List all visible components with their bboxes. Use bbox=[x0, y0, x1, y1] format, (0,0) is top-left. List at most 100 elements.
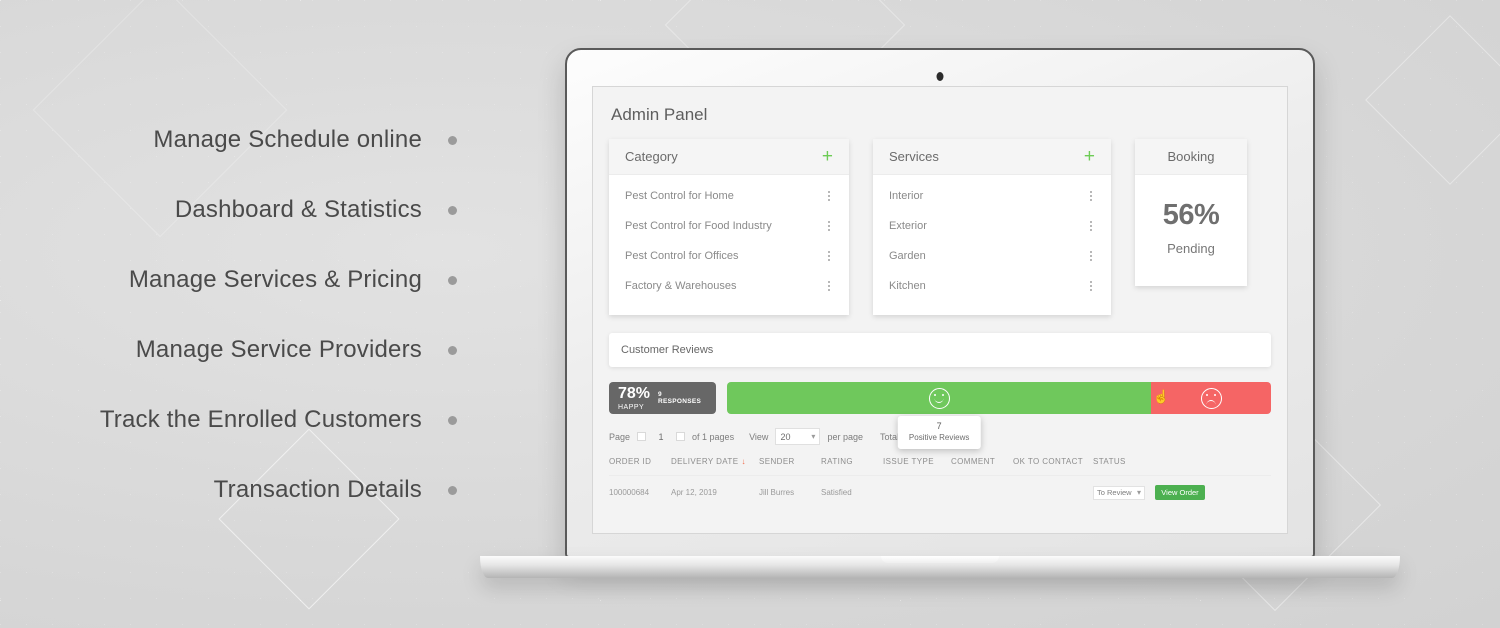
bullet-dot-icon bbox=[448, 415, 457, 425]
feature-label: Manage Services & Pricing bbox=[128, 266, 422, 293]
category-card: Category + Pest Control for Home Pest Co… bbox=[609, 139, 849, 315]
chevron-down-icon: ▾ bbox=[1136, 488, 1141, 497]
more-options-icon[interactable] bbox=[1087, 279, 1095, 293]
list-item-label: Kitchen bbox=[889, 280, 926, 292]
more-options-icon[interactable] bbox=[1087, 189, 1095, 203]
feature-label: Track the Enrolled Customers bbox=[99, 406, 422, 433]
bullet-dot-icon bbox=[448, 345, 457, 355]
cell-status: To Review ▾ bbox=[1093, 476, 1155, 501]
more-options-icon[interactable] bbox=[1087, 249, 1095, 263]
list-item[interactable]: Exterior bbox=[873, 211, 1111, 241]
bullet-dot-icon bbox=[448, 485, 457, 495]
laptop-screen: Admin Panel Category + Pest Control for … bbox=[592, 86, 1288, 534]
add-category-plus-icon[interactable]: + bbox=[822, 147, 833, 166]
column-delivery-date[interactable]: DELIVERY DATE ↓ bbox=[671, 457, 759, 476]
more-options-icon[interactable] bbox=[825, 279, 833, 293]
smiley-face-icon[interactable] bbox=[928, 387, 950, 409]
column-ok-to-contact[interactable]: OK TO CONTACT bbox=[1013, 457, 1093, 476]
feature-item: Manage Service Providers bbox=[0, 315, 475, 385]
column-issue-type[interactable]: ISSUE TYPE bbox=[883, 457, 951, 476]
more-options-icon[interactable] bbox=[825, 189, 833, 203]
booking-card-body: 56% Pending bbox=[1135, 175, 1247, 286]
column-delivery-date-label: DELIVERY DATE bbox=[671, 457, 739, 466]
sort-descending-icon[interactable]: ↓ bbox=[741, 457, 745, 466]
list-item[interactable]: Interior bbox=[873, 181, 1111, 211]
list-item[interactable]: Pest Control for Food Industry bbox=[609, 211, 849, 241]
feature-label: Manage Service Providers bbox=[135, 336, 422, 363]
bullet-dot-icon bbox=[448, 135, 457, 145]
feature-label: Dashboard & Statistics bbox=[174, 196, 422, 223]
cell-ok-to-contact bbox=[1013, 476, 1093, 501]
more-options-icon[interactable] bbox=[825, 219, 833, 233]
list-item[interactable]: Kitchen bbox=[873, 271, 1111, 301]
happiness-meter-row: 78% HAPPY 9 RESPONSES ☝ 7 Positive Revie… bbox=[609, 382, 1271, 449]
table-header-row: ORDER ID DELIVERY DATE ↓ SENDER RATING IS… bbox=[609, 457, 1271, 476]
booking-percentage: 56% bbox=[1162, 199, 1220, 231]
feature-list: Manage Schedule online Dashboard & Stati… bbox=[0, 105, 475, 525]
chevron-down-icon: ▾ bbox=[811, 432, 816, 441]
laptop-lid: Admin Panel Category + Pest Control for … bbox=[565, 48, 1315, 558]
cell-delivery-date: Apr 12, 2019 bbox=[671, 488, 717, 497]
sentiment-meter: ☝ 7 Positive Reviews bbox=[727, 382, 1271, 449]
category-card-header: Category + bbox=[609, 139, 849, 175]
of-pages-label: of 1 pages bbox=[692, 431, 735, 442]
category-card-title: Category bbox=[625, 149, 678, 164]
happiness-percent: 78% bbox=[618, 384, 651, 402]
per-page-label: per page bbox=[827, 431, 863, 442]
status-dropdown[interactable]: To Review ▾ bbox=[1093, 485, 1145, 500]
feature-label: Manage Schedule online bbox=[153, 126, 422, 153]
services-list: Interior Exterior Garden Kitchen bbox=[873, 175, 1111, 315]
webcam-icon bbox=[936, 72, 944, 81]
booking-card-title: Booking bbox=[1167, 149, 1215, 164]
list-item-label: Pest Control for Offices bbox=[625, 250, 739, 262]
column-order-id[interactable]: ORDER ID bbox=[609, 457, 671, 476]
customer-reviews-header: Customer Reviews bbox=[609, 333, 1271, 367]
add-service-plus-icon[interactable]: + bbox=[1084, 147, 1095, 166]
bullet-dot-icon bbox=[448, 275, 457, 285]
happiness-score-badge: 78% HAPPY 9 RESPONSES bbox=[609, 382, 716, 414]
list-item[interactable]: Factory & Warehouses bbox=[609, 271, 849, 301]
feature-item: Dashboard & Statistics bbox=[0, 175, 475, 245]
next-page-button[interactable] bbox=[676, 432, 686, 441]
cell-order-id: 100000684 bbox=[609, 488, 650, 497]
customer-reviews-title: Customer Reviews bbox=[621, 344, 714, 356]
cell-issue-type bbox=[883, 476, 951, 501]
column-comment[interactable]: COMMENT bbox=[951, 457, 1013, 476]
list-item[interactable]: Garden bbox=[873, 241, 1111, 271]
booking-card-header: Booking bbox=[1135, 139, 1247, 175]
more-options-icon[interactable] bbox=[1087, 219, 1095, 233]
column-actions bbox=[1155, 457, 1271, 476]
prev-page-button[interactable] bbox=[637, 432, 647, 441]
column-sender[interactable]: SENDER bbox=[759, 457, 821, 476]
table-row[interactable]: 100000684 Apr 12, 2019 Jill Burres Satis… bbox=[609, 476, 1271, 501]
column-status[interactable]: STATUS bbox=[1093, 457, 1155, 476]
tooltip-label: Positive Reviews bbox=[908, 433, 970, 442]
page-title: Admin Panel bbox=[611, 105, 708, 124]
list-item-label: Exterior bbox=[889, 220, 927, 232]
booking-status-label: Pending bbox=[1167, 241, 1215, 256]
status-dropdown-value: To Review bbox=[1097, 488, 1132, 497]
column-rating[interactable]: RATING bbox=[821, 457, 883, 476]
cell-sender: Jill Burres bbox=[759, 488, 795, 497]
view-order-button[interactable]: View Order bbox=[1155, 485, 1205, 500]
services-card-title: Services bbox=[889, 149, 939, 164]
more-options-icon[interactable] bbox=[825, 249, 833, 263]
per-page-select[interactable]: 20 ▾ bbox=[775, 428, 821, 445]
mouse-cursor-icon: ☝ bbox=[1153, 389, 1170, 404]
tooltip-count: 7 bbox=[936, 421, 942, 431]
responses-count: 9 RESPONSES bbox=[658, 391, 702, 405]
sad-face-icon[interactable] bbox=[1200, 387, 1222, 409]
feature-item: Manage Schedule online bbox=[0, 105, 475, 175]
list-item-label: Garden bbox=[889, 250, 926, 262]
laptop-mockup: Admin Panel Category + Pest Control for … bbox=[480, 48, 1400, 578]
list-item[interactable]: Pest Control for Home bbox=[609, 181, 849, 211]
feature-label: Transaction Details bbox=[213, 476, 422, 503]
happiness-word: HAPPY bbox=[618, 403, 645, 411]
list-item[interactable]: Pest Control for Offices bbox=[609, 241, 849, 271]
feature-item: Track the Enrolled Customers bbox=[0, 385, 475, 455]
feature-item: Transaction Details bbox=[0, 455, 475, 525]
positive-segment[interactable]: ☝ 7 Positive Reviews bbox=[727, 382, 1170, 449]
cell-comment bbox=[951, 476, 1013, 501]
page-number-input[interactable]: 1 bbox=[653, 432, 669, 442]
list-item-label: Interior bbox=[889, 190, 924, 202]
